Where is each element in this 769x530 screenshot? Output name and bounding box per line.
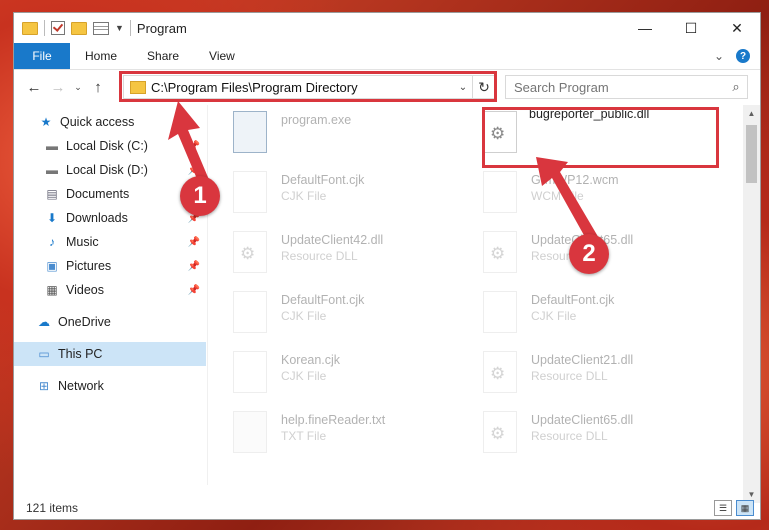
arrow-to-address-bar — [168, 101, 210, 186]
step-marker-1: 1 — [180, 176, 220, 216]
step-marker-2: 2 — [569, 234, 609, 274]
annotation-arrows — [168, 101, 600, 246]
arrow-to-dll-file — [536, 157, 600, 246]
